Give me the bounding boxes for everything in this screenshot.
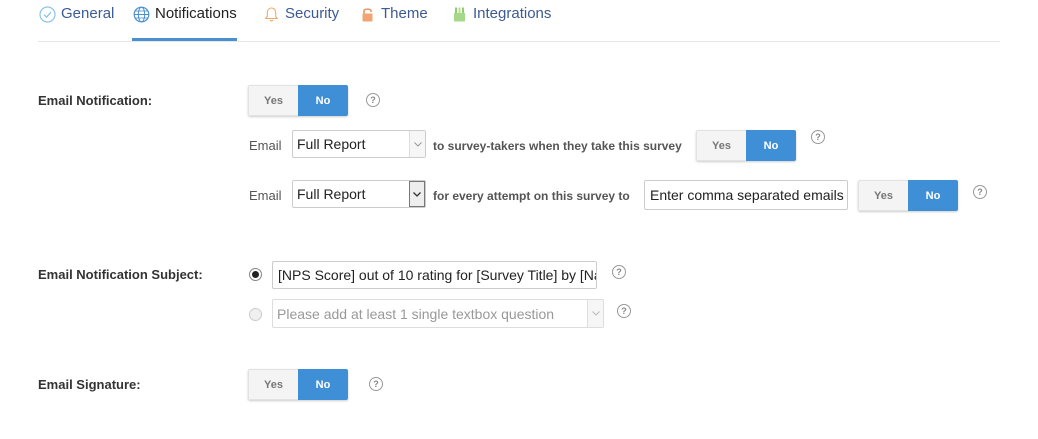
email-row1-report-select[interactable]: Full Report [292,130,426,158]
email-signature-yes-button[interactable]: Yes [248,369,298,400]
bell-icon [262,5,280,23]
email-row1-toggle[interactable]: Yes No [696,130,796,161]
help-icon[interactable]: ? [369,377,383,391]
lock-icon [358,5,376,23]
email-row2-suffix: for every attempt on this survey to [433,189,630,203]
email-signature-no-button[interactable]: No [298,369,348,400]
chevron-down-icon [409,181,425,207]
tab-integrations[interactable]: Integrations [450,0,551,42]
email-row2-no-button[interactable]: No [908,180,958,211]
help-icon[interactable]: ? [973,185,987,199]
subject-custom-radio[interactable] [249,268,262,281]
email-row2-select-value: Full Report [297,186,366,202]
help-icon[interactable]: ? [811,130,825,144]
tab-general-label: General [61,5,115,22]
email-notification-yes-button[interactable]: Yes [248,85,298,116]
tab-theme-label: Theme [381,5,428,22]
plug-icon [450,5,468,23]
email-row1-suffix: to survey-takers when they take this sur… [433,139,682,153]
help-icon[interactable]: ? [617,304,631,318]
settings-tabs: General Notifications Security Theme Int… [38,0,1000,42]
help-icon[interactable]: ? [366,93,380,107]
globe-icon [132,5,150,23]
email-notification-label: Email Notification: [38,93,153,108]
email-notification-no-button[interactable]: No [298,85,348,116]
email-row1-prefix: Email [249,138,282,153]
tab-notifications-label: Notifications [155,5,237,22]
recipient-emails-input[interactable]: Enter comma separated emails [644,180,848,210]
email-subject-label: Email Notification Subject: [38,267,203,282]
recipient-emails-input-text: Enter comma separated emails [650,187,844,203]
chevron-down-icon [409,131,425,157]
radio-selected-dot [252,271,259,278]
email-row2-report-select[interactable]: Full Report [292,180,426,208]
email-subject-input[interactable]: [NPS Score] out of 10 rating for [Survey… [272,261,597,289]
email-row1-select-value: Full Report [297,136,366,152]
subject-question-select[interactable]: Please add at least 1 single textbox que… [272,299,604,328]
check-circle-icon [38,5,56,23]
tab-integrations-label: Integrations [473,5,552,22]
email-row2-toggle[interactable]: Yes No [858,180,958,211]
email-signature-label: Email Signature: [38,377,141,392]
email-row1-no-button[interactable]: No [746,130,796,161]
tab-general[interactable]: General [38,0,114,42]
help-icon[interactable]: ? [612,265,626,279]
tab-security-label: Security [285,5,340,22]
subject-question-radio[interactable] [249,308,262,321]
email-row1-yes-button[interactable]: Yes [696,130,746,161]
email-signature-toggle[interactable]: Yes No [248,369,348,400]
email-row2-yes-button[interactable]: Yes [858,180,908,211]
email-row2-prefix: Email [249,188,282,203]
tab-security[interactable]: Security [262,0,339,42]
email-subject-input-text: [NPS Score] out of 10 rating for [Survey… [278,267,597,283]
tab-notifications[interactable]: Notifications [132,0,237,41]
tab-theme[interactable]: Theme [358,0,428,42]
email-notification-toggle[interactable]: Yes No [248,85,348,116]
chevron-down-icon [587,300,603,327]
subject-question-placeholder: Please add at least 1 single textbox que… [277,305,555,322]
